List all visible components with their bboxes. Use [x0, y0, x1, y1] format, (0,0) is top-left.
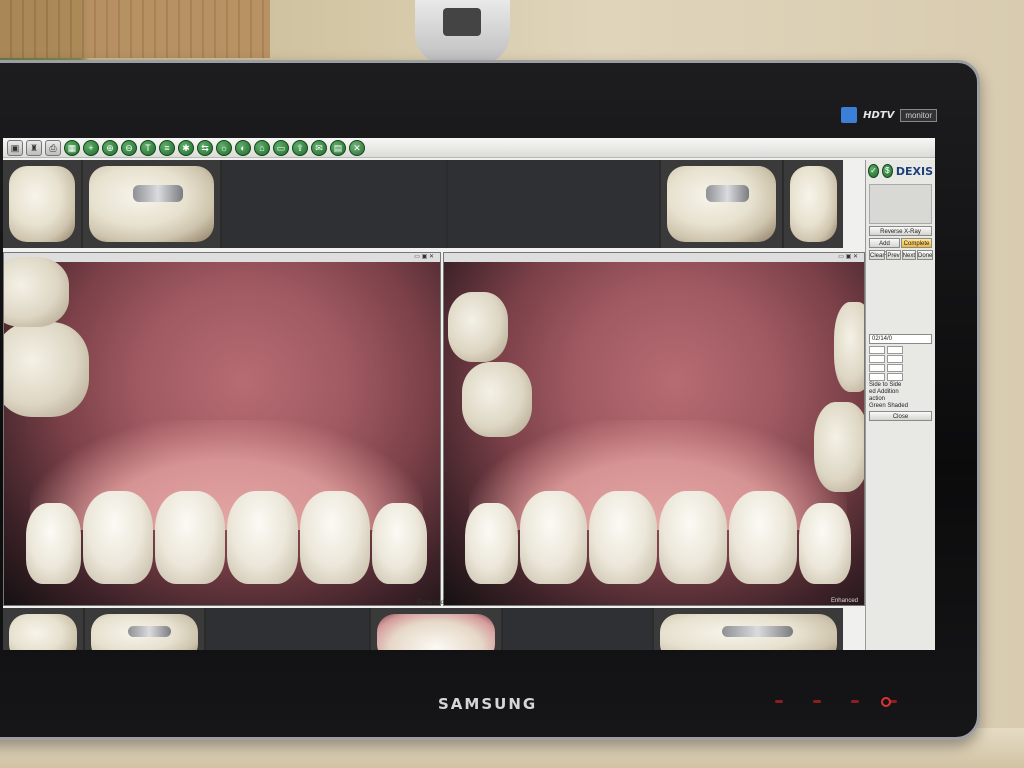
spin-row[interactable]: [869, 364, 932, 372]
check-icon[interactable]: ✓: [868, 164, 879, 178]
power-icon[interactable]: [881, 697, 891, 707]
zoom-out-icon[interactable]: ⊖: [121, 139, 137, 156]
asterisk-icon[interactable]: ✱: [178, 139, 194, 156]
date-dropdown[interactable]: 02/14/0: [869, 334, 932, 344]
reverse-xray-button[interactable]: Reverse X-Ray: [869, 226, 932, 236]
close-button[interactable]: Close: [869, 411, 932, 421]
grid-icon[interactable]: ▦: [64, 139, 80, 156]
intraoral-camera-arm: [415, 0, 510, 64]
thumbnail[interactable]: [661, 160, 783, 248]
thumbnail-strip-bottom: [3, 608, 843, 650]
thumbnail[interactable]: [3, 608, 83, 650]
option-green-shaded[interactable]: Green Shaded: [869, 403, 932, 409]
add-layouts-button[interactable]: Add Layouts: [869, 238, 900, 257]
compare-icon[interactable]: ⇆: [197, 139, 213, 156]
zoom-in-icon[interactable]: ⊕: [102, 139, 118, 156]
monitor: HDTV monitor ▣ ♜ ⎙ ▦ + ⊕ ⊖ T ≡ ✱ ⇆ ☼ ◐ ⌂…: [0, 60, 980, 740]
thumbnail-empty[interactable]: [206, 608, 370, 650]
list-icon[interactable]: ≡: [159, 139, 175, 156]
panel-spacer: [866, 262, 935, 332]
thumbnail[interactable]: [84, 608, 205, 650]
thumbnail[interactable]: [83, 160, 220, 248]
plus-icon[interactable]: +: [83, 139, 99, 156]
intraoral-image: [4, 257, 440, 605]
option-side-to-side[interactable]: Side to Side: [869, 382, 932, 388]
spin-row[interactable]: [869, 346, 932, 354]
option-addition[interactable]: ed Addition: [869, 389, 932, 395]
panel-row: Add Layouts Complete: [869, 238, 932, 257]
export-icon[interactable]: ⇪: [292, 139, 308, 156]
spin-row[interactable]: [869, 373, 932, 381]
next-button[interactable]: Next: [901, 250, 917, 260]
option-action[interactable]: action: [869, 396, 932, 402]
folder-icon[interactable]: ▭: [273, 139, 289, 156]
monitor-buttons: [775, 700, 897, 703]
prev-button[interactable]: Prev: [886, 250, 901, 260]
home-icon[interactable]: ⌂: [254, 139, 270, 156]
hdtv-badge: HDTV monitor: [841, 107, 937, 123]
text-icon[interactable]: T: [140, 139, 156, 156]
close-icon[interactable]: ✕: [349, 139, 365, 156]
save-icon[interactable]: ▤: [330, 139, 346, 156]
dexis-logo: DEXIS: [895, 164, 933, 178]
image-caption: Enhanced: [830, 598, 858, 604]
mail-icon[interactable]: ✉: [311, 139, 327, 156]
image-viewer-right[interactable]: ▭ ▣ ✕ Enhanced: [443, 252, 865, 606]
panel-header: ✓ $ DEXIS: [866, 160, 935, 182]
window-tiles: [0, 0, 270, 58]
complete-button[interactable]: Complete: [901, 238, 932, 248]
monitor-label: monitor: [900, 108, 937, 122]
thumbnail-empty[interactable]: [221, 160, 447, 248]
dollar-icon[interactable]: $: [881, 164, 893, 178]
thumbnail[interactable]: [784, 160, 844, 248]
samsung-logo: SAMSUNG: [438, 695, 538, 713]
contrast-icon[interactable]: ◐: [235, 139, 251, 156]
camera-icon[interactable]: ▣: [7, 139, 23, 156]
side-panel: ✓ $ DEXIS Reverse X-Ray Add Layouts Comp…: [865, 160, 935, 650]
panel-preview: [869, 184, 932, 224]
intraoral-image: [444, 262, 864, 605]
energy-star-icon: [841, 107, 858, 123]
hdtv-label: HDTV: [863, 109, 895, 121]
thumbnail[interactable]: [371, 608, 501, 650]
print-icon[interactable]: ⎙: [45, 139, 61, 156]
thumbnail-empty[interactable]: [502, 608, 652, 650]
thumbnail-strip-top: [3, 160, 844, 248]
clear-button[interactable]: Clear: [869, 250, 886, 260]
thumbnail-empty[interactable]: [448, 160, 660, 248]
tooth-icon[interactable]: ♜: [26, 139, 42, 156]
screen: ▣ ♜ ⎙ ▦ + ⊕ ⊖ T ≡ ✱ ⇆ ☼ ◐ ⌂ ▭ ⇪ ✉ ▤ ✕ ▭ …: [3, 138, 935, 650]
thumbnail[interactable]: [3, 160, 82, 248]
image-header: ▭ ▣ ✕: [4, 253, 440, 262]
panel-row: Clear Prev Next Done: [869, 250, 934, 260]
thumbnail[interactable]: [653, 608, 843, 650]
spin-row[interactable]: [869, 355, 932, 363]
image-viewer-left[interactable]: ▭ ▣ ✕: [3, 252, 441, 606]
brightness-icon[interactable]: ☼: [216, 139, 232, 156]
image-header: ▭ ▣ ✕: [444, 253, 864, 262]
toolbar: ▣ ♜ ⎙ ▦ + ⊕ ⊖ T ≡ ✱ ⇆ ☼ ◐ ⌂ ▭ ⇪ ✉ ▤ ✕: [3, 138, 935, 158]
done-button[interactable]: Done: [917, 250, 934, 260]
